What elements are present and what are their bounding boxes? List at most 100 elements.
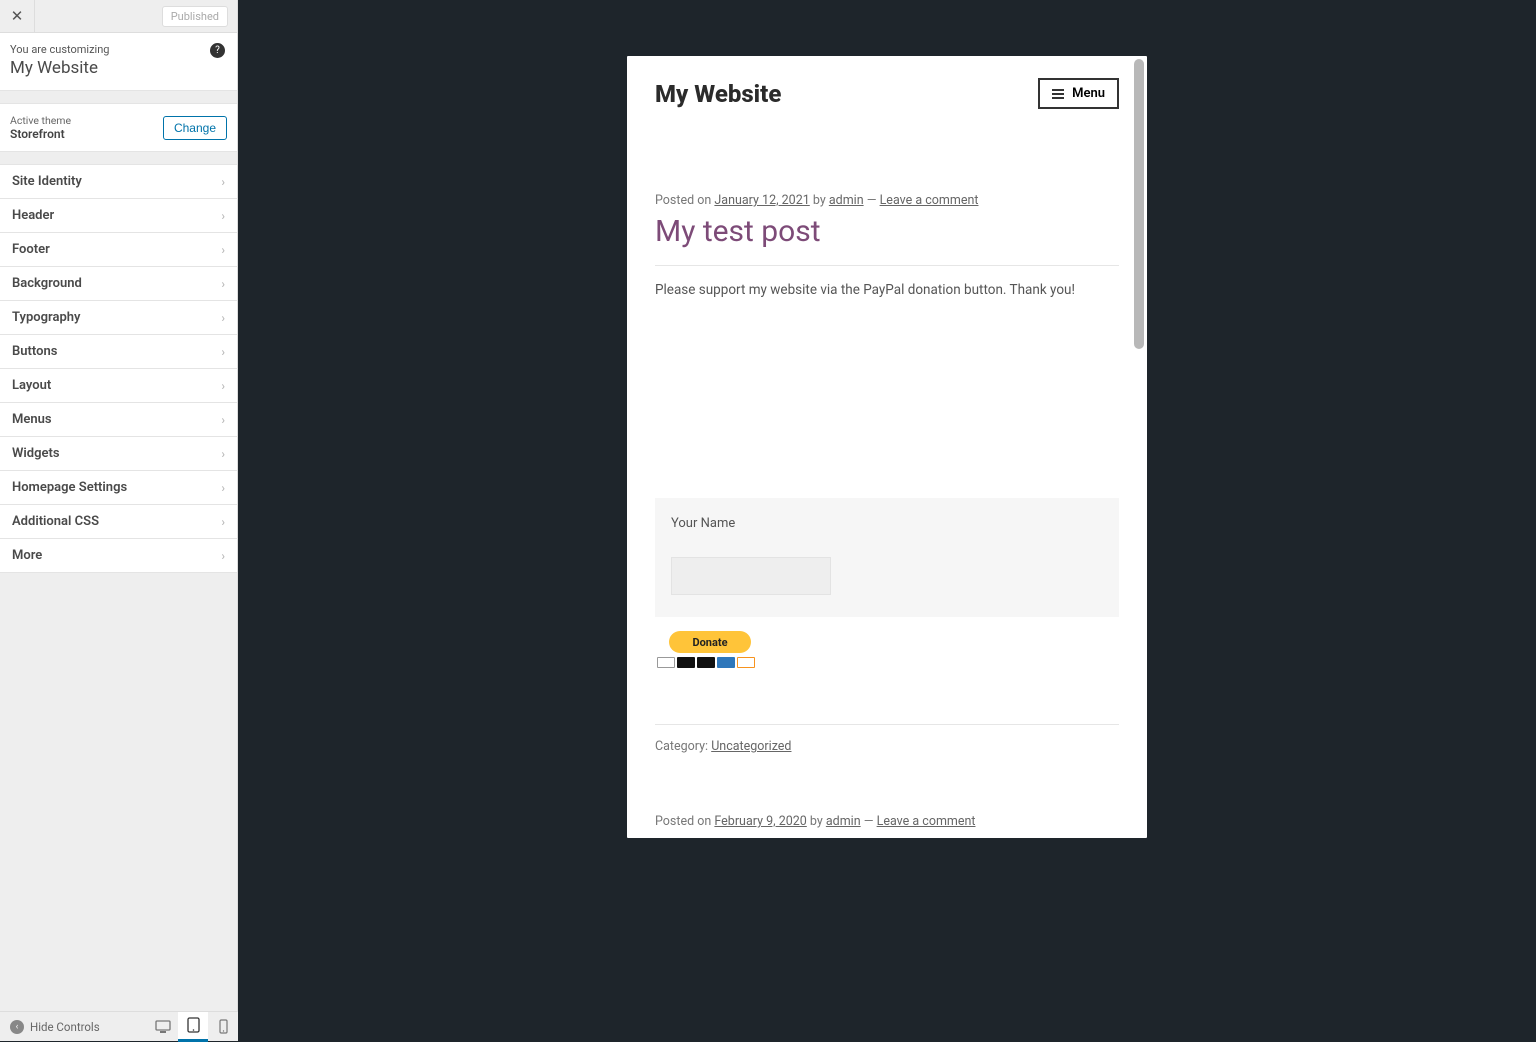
section-layout[interactable]: Layout › [0,368,237,402]
intro-site-name: My Website [10,58,225,78]
post-author-link[interactable]: admin [829,193,864,208]
section-homepage-settings[interactable]: Homepage Settings › [0,470,237,504]
section-label: Menus [12,412,52,427]
help-icon[interactable]: ? [210,43,225,58]
meta-sep: — [861,814,877,829]
site-title[interactable]: My Website [655,80,781,108]
active-theme-label: Active theme [10,114,71,127]
menu-label: Menu [1072,86,1105,101]
customizer-panel: ✕ Published You are customizing My Websi… [0,0,238,1041]
posted-on-label: Posted on [655,193,714,208]
close-icon: ✕ [11,7,24,25]
section-background[interactable]: Background › [0,266,237,300]
post-divider [655,265,1119,266]
post-body: Please support my website via the PayPal… [655,282,1119,298]
chevron-right-icon: › [221,345,225,359]
post-title-link[interactable]: This is a test post! [655,835,1119,838]
active-theme-name: Storefront [10,127,71,141]
post-author-link[interactable]: admin [826,814,861,829]
chevron-right-icon: › [221,549,225,563]
device-preview-buttons [148,1012,238,1042]
section-label: Homepage Settings [12,480,127,495]
post-2: Posted on February 9, 2020 by admin — Le… [627,754,1147,838]
device-mobile-button[interactable] [208,1012,238,1042]
post-date-link[interactable]: January 12, 2021 [714,193,809,208]
section-label: Buttons [12,344,57,359]
section-footer[interactable]: Footer › [0,232,237,266]
chevron-right-icon: › [221,413,225,427]
chevron-right-icon: › [221,447,225,461]
chevron-right-icon: › [221,277,225,291]
hide-controls-label: Hide Controls [30,1020,100,1034]
section-label: Typography [12,310,81,325]
section-label: Header [12,208,54,223]
meta-sep: — [864,193,880,208]
post-category-line: Category: Uncategorized [655,739,1119,754]
post-date-link[interactable]: February 9, 2020 [714,814,806,829]
device-desktop-button[interactable] [148,1012,178,1042]
by-label: by [810,193,829,208]
chevron-right-icon: › [221,243,225,257]
section-widgets[interactable]: Widgets › [0,436,237,470]
mobile-icon [219,1019,228,1034]
payment-cards-icons [657,657,1119,668]
post-1: Posted on January 12, 2021 by admin — Le… [627,109,1147,754]
name-form-card: Your Name [655,498,1119,617]
section-more[interactable]: More › [0,538,237,573]
section-menus[interactable]: Menus › [0,402,237,436]
chevron-right-icon: › [221,481,225,495]
post-title-link[interactable]: My test post [655,214,1119,249]
section-additional-css[interactable]: Additional CSS› [0,504,237,538]
section-label: More [12,548,42,563]
hamburger-icon [1052,89,1064,99]
section-label: Additional CSS [12,514,99,529]
active-theme-row: Active theme Storefront Change [0,103,237,152]
preview-frame[interactable]: My Website Menu Posted on January 12, 20… [627,56,1147,838]
leave-comment-link[interactable]: Leave a comment [880,193,979,208]
amex-icon [717,657,735,668]
desktop-icon [155,1020,171,1034]
category-link[interactable]: Uncategorized [711,739,791,754]
publish-status-button[interactable]: Published [162,6,228,27]
section-label: Footer [12,242,50,257]
maestro-icon [697,657,715,668]
device-tablet-button[interactable] [178,1012,208,1042]
section-label: Background [12,276,82,291]
leave-comment-link[interactable]: Leave a comment [877,814,976,829]
post-meta: Posted on February 9, 2020 by admin — Le… [655,814,1119,829]
change-theme-button[interactable]: Change [163,116,227,140]
customizer-intro: You are customizing My Website ? [0,33,237,91]
site-header: My Website Menu [627,56,1147,109]
tablet-icon [187,1017,200,1033]
hide-controls-button[interactable]: ‹ Hide Controls [0,1020,148,1034]
visa-card-icon [657,657,675,668]
discover-icon [737,657,755,668]
section-label: Site Identity [12,174,82,189]
section-buttons[interactable]: Buttons › [0,334,237,368]
section-site-identity[interactable]: Site Identity› [0,164,237,198]
customizer-footer-bar: ‹ Hide Controls [0,1011,238,1041]
customizer-topbar: ✕ Published [0,0,237,33]
section-label: Widgets [12,446,60,461]
post-meta: Posted on January 12, 2021 by admin — Le… [655,193,1119,208]
close-customizer-button[interactable]: ✕ [0,0,35,33]
preview-scrollbar[interactable] [1134,59,1144,349]
by-label: by [807,814,826,829]
section-header[interactable]: Header › [0,198,237,232]
menu-toggle-button[interactable]: Menu [1038,78,1119,109]
customizer-sections: Site Identity› Header› Footer› Backgroun… [0,164,237,573]
section-typography[interactable]: Typography › [0,300,237,334]
section-label: Layout [12,378,51,393]
chevron-right-icon: › [221,311,225,325]
donate-button[interactable]: Donate [669,631,751,653]
your-name-input[interactable] [671,557,831,595]
collapse-left-icon: ‹ [10,1020,24,1034]
chevron-right-icon: › [221,379,225,393]
donate-label: Donate [692,636,727,649]
intro-small-text: You are customizing [10,43,225,56]
mastercard-icon [677,657,695,668]
donate-block: Donate [655,631,1119,668]
your-name-label: Your Name [671,516,1103,531]
posted-on-label: Posted on [655,814,714,829]
chevron-right-icon: › [221,209,225,223]
